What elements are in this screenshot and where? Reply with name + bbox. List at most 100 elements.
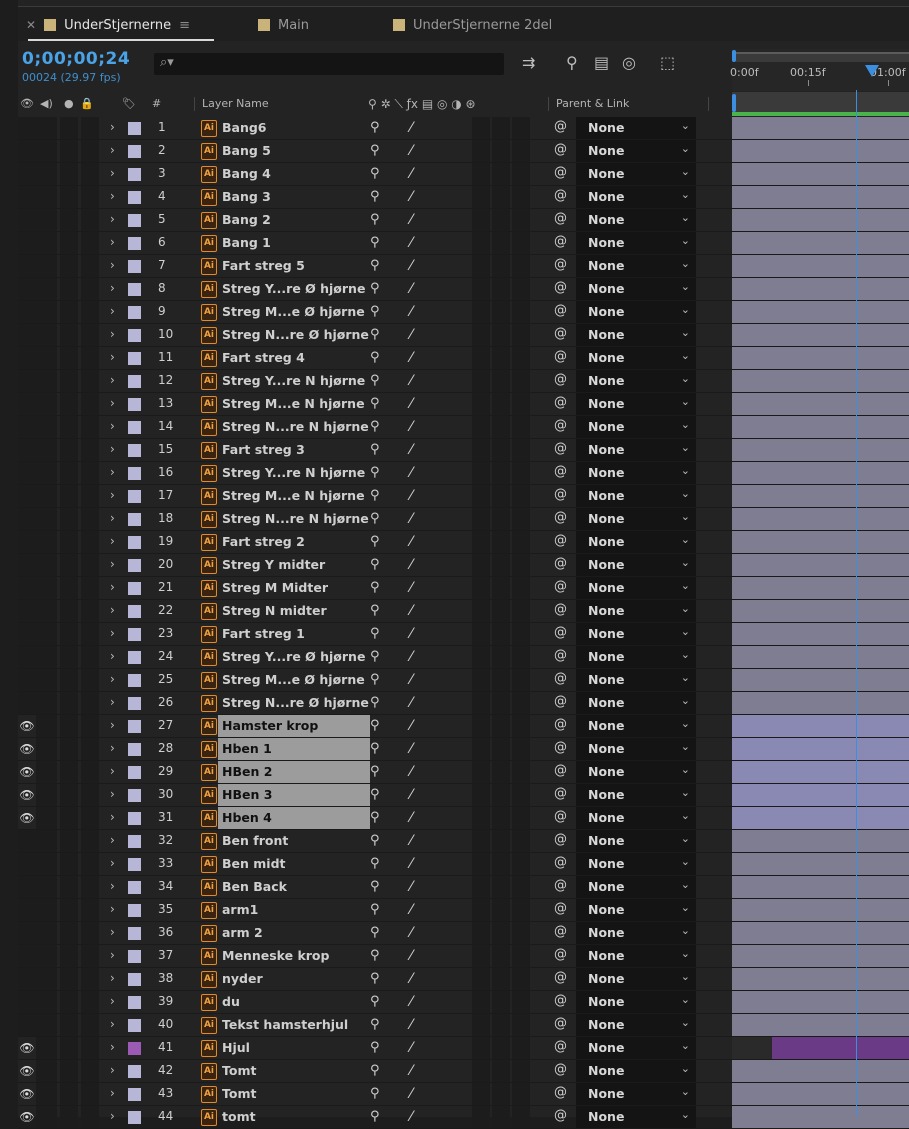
- switch-box[interactable]: [512, 439, 530, 461]
- visibility-toggle[interactable]: [18, 416, 36, 438]
- quality-switch-icon[interactable]: ⁄: [410, 531, 412, 553]
- lock-toggle[interactable]: [81, 1037, 99, 1059]
- comp-flowchart-icon[interactable]: ⇉: [522, 53, 535, 72]
- lock-toggle[interactable]: [81, 347, 99, 369]
- parent-dropdown[interactable]: None ⌄: [576, 163, 696, 185]
- pick-whip-icon[interactable]: @: [554, 211, 567, 226]
- parent-dropdown[interactable]: None ⌄: [576, 1060, 696, 1082]
- lock-toggle[interactable]: [81, 554, 99, 576]
- lock-toggle[interactable]: [81, 416, 99, 438]
- visibility-toggle[interactable]: [18, 324, 36, 346]
- switch-box[interactable]: [492, 761, 510, 783]
- switch-box[interactable]: [492, 1037, 510, 1059]
- solo-toggle[interactable]: [60, 922, 78, 944]
- layer-duration-bar[interactable]: [732, 462, 909, 484]
- audio-toggle[interactable]: [36, 301, 57, 323]
- lock-toggle[interactable]: [81, 1014, 99, 1036]
- shy-layers-icon[interactable]: ⚲: [566, 53, 578, 72]
- chevron-right-icon[interactable]: ›: [110, 1040, 115, 1054]
- pick-whip-icon[interactable]: @: [554, 510, 567, 525]
- playhead-handle[interactable]: [865, 65, 879, 77]
- parent-dropdown[interactable]: None ⌄: [576, 1106, 696, 1128]
- pick-whip-icon[interactable]: @: [554, 464, 567, 479]
- layer-duration-bar[interactable]: [732, 784, 909, 806]
- layer-name[interactable]: Streg M...e N hjørne: [218, 393, 370, 415]
- layer-row[interactable]: 👁 › 27 Ai Hamster krop ⚲ ⁄ @ None ⌄: [18, 715, 909, 738]
- visibility-toggle[interactable]: [18, 623, 36, 645]
- visibility-toggle[interactable]: [18, 991, 36, 1013]
- lock-toggle[interactable]: [81, 784, 99, 806]
- solo-toggle[interactable]: [60, 1083, 78, 1105]
- chevron-right-icon[interactable]: ›: [110, 1017, 115, 1031]
- layer-duration-bar[interactable]: [732, 278, 909, 300]
- layer-row[interactable]: › 7 Ai Fart streg 5 ⚲ ⁄ @ None ⌄: [18, 255, 909, 278]
- layer-row[interactable]: › 37 Ai Menneske krop ⚲ ⁄ @ None ⌄: [18, 945, 909, 968]
- shy-switch-icon[interactable]: ⚲: [370, 419, 380, 434]
- time-ruler[interactable]: 0:00f 00:15f 01:00f: [730, 49, 909, 91]
- label-color-swatch[interactable]: [128, 628, 141, 641]
- parent-dropdown[interactable]: None ⌄: [576, 324, 696, 346]
- time-navigator[interactable]: [736, 52, 909, 62]
- switch-box[interactable]: [472, 669, 490, 691]
- parent-dropdown[interactable]: None ⌄: [576, 623, 696, 645]
- layer-duration-bar[interactable]: [732, 1014, 909, 1036]
- chevron-right-icon[interactable]: ›: [110, 810, 115, 824]
- eye-icon[interactable]: 👁: [18, 738, 36, 760]
- audio-toggle[interactable]: [36, 117, 57, 139]
- switch-box[interactable]: [512, 554, 530, 576]
- layer-duration-bar[interactable]: [732, 416, 909, 438]
- solo-toggle[interactable]: [60, 1037, 78, 1059]
- switch-box[interactable]: [472, 462, 490, 484]
- lock-toggle[interactable]: [81, 968, 99, 990]
- audio-toggle[interactable]: [36, 324, 57, 346]
- pick-whip-icon[interactable]: @: [554, 924, 567, 939]
- pick-whip-icon[interactable]: @: [554, 142, 567, 157]
- parent-dropdown[interactable]: None ⌄: [576, 370, 696, 392]
- chevron-right-icon[interactable]: ›: [110, 879, 115, 893]
- switch-box[interactable]: [492, 784, 510, 806]
- parent-dropdown[interactable]: None ⌄: [576, 715, 696, 737]
- audio-toggle[interactable]: [36, 416, 57, 438]
- work-area-bar[interactable]: [732, 92, 909, 116]
- quality-switch-icon[interactable]: ⁄: [410, 232, 412, 254]
- shy-switch-icon[interactable]: ⚲: [370, 718, 380, 733]
- pick-whip-icon[interactable]: @: [554, 579, 567, 594]
- switch-box[interactable]: [492, 209, 510, 231]
- layer-row[interactable]: › 12 Ai Streg Y...re N hjørne ⚲ ⁄ @ None…: [18, 370, 909, 393]
- switch-box[interactable]: [512, 508, 530, 530]
- switch-box[interactable]: [512, 968, 530, 990]
- parent-dropdown[interactable]: None ⌄: [576, 853, 696, 875]
- label-color-swatch[interactable]: [128, 1111, 141, 1124]
- layer-duration-bar[interactable]: [732, 899, 909, 921]
- pick-whip-icon[interactable]: @: [554, 441, 567, 456]
- shy-switch-icon[interactable]: ⚲: [370, 902, 380, 917]
- lock-toggle[interactable]: [81, 577, 99, 599]
- parent-dropdown[interactable]: None ⌄: [576, 347, 696, 369]
- chevron-right-icon[interactable]: ›: [110, 534, 115, 548]
- layer-row[interactable]: › 1 Ai Bang6 ⚲ ⁄ @ None ⌄: [18, 117, 909, 140]
- shy-switch-icon[interactable]: ⚲: [370, 488, 380, 503]
- switch-box[interactable]: [512, 945, 530, 967]
- pick-whip-icon[interactable]: @: [554, 1085, 567, 1100]
- solo-toggle[interactable]: [60, 301, 78, 323]
- visibility-toggle[interactable]: [18, 117, 36, 139]
- label-color-swatch[interactable]: [128, 260, 141, 273]
- shy-switch-icon[interactable]: ⚲: [370, 626, 380, 641]
- parent-dropdown[interactable]: None ⌄: [576, 186, 696, 208]
- layer-duration-bar[interactable]: [732, 1083, 909, 1105]
- switch-box[interactable]: [492, 715, 510, 737]
- switch-box[interactable]: [492, 945, 510, 967]
- label-color-swatch[interactable]: [128, 467, 141, 480]
- switch-box[interactable]: [512, 646, 530, 668]
- switch-box[interactable]: [492, 646, 510, 668]
- switch-box[interactable]: [472, 416, 490, 438]
- frame-blending-icon[interactable]: ▤: [594, 53, 609, 72]
- shy-switch-icon[interactable]: ⚲: [370, 925, 380, 940]
- switch-box[interactable]: [472, 508, 490, 530]
- layer-name[interactable]: Bang 3: [218, 186, 370, 208]
- audio-toggle[interactable]: [36, 163, 57, 185]
- label-color-swatch[interactable]: [128, 191, 141, 204]
- switch-box[interactable]: [492, 186, 510, 208]
- chevron-right-icon[interactable]: ›: [110, 189, 115, 203]
- quality-switch-icon[interactable]: ⁄: [410, 968, 412, 990]
